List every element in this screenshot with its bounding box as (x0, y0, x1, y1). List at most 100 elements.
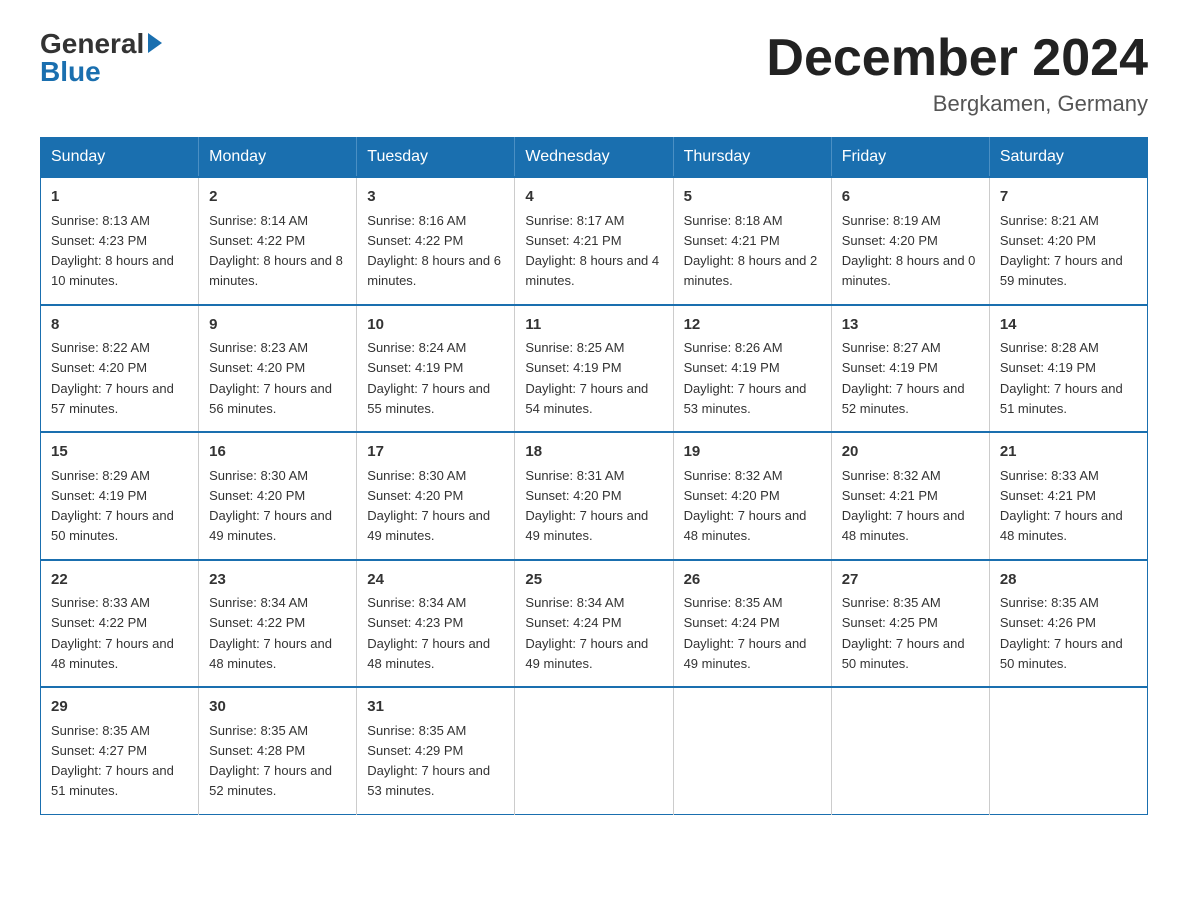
day-number: 29 (51, 696, 188, 719)
calendar-cell: 16 Sunrise: 8:30 AMSunset: 4:20 PMDayligh… (199, 432, 357, 560)
calendar-cell: 28 Sunrise: 8:35 AMSunset: 4:26 PMDayligh… (989, 560, 1147, 688)
day-number: 16 (209, 441, 346, 464)
calendar-cell: 11 Sunrise: 8:25 AMSunset: 4:19 PMDayligh… (515, 305, 673, 433)
location-title: Bergkamen, Germany (766, 91, 1148, 117)
day-number: 20 (842, 441, 979, 464)
calendar-cell: 24 Sunrise: 8:34 AMSunset: 4:23 PMDayligh… (357, 560, 515, 688)
day-info: Sunrise: 8:34 AMSunset: 4:22 PMDaylight:… (209, 595, 332, 671)
calendar-week-row: 15 Sunrise: 8:29 AMSunset: 4:19 PMDayligh… (41, 432, 1148, 560)
day-info: Sunrise: 8:26 AMSunset: 4:19 PMDaylight:… (684, 340, 807, 416)
day-info: Sunrise: 8:27 AMSunset: 4:19 PMDaylight:… (842, 340, 965, 416)
calendar-cell: 4Sunrise: 8:17 AMSunset: 4:21 PMDaylight… (515, 177, 673, 305)
calendar-cell: 2 Sunrise: 8:14 AMSunset: 4:22 PMDaylight… (199, 177, 357, 305)
calendar-cell: 17 Sunrise: 8:30 AMSunset: 4:20 PMDayligh… (357, 432, 515, 560)
day-info: Sunrise: 8:29 AMSunset: 4:19 PMDaylight:… (51, 468, 174, 544)
calendar-cell (515, 687, 673, 814)
calendar-cell (831, 687, 989, 814)
title-block: December 2024 Bergkamen, Germany (766, 30, 1148, 117)
day-number: 1 (51, 186, 188, 209)
day-number: 23 (209, 569, 346, 592)
header-sunday: Sunday (41, 138, 199, 178)
day-number: 26 (684, 569, 821, 592)
calendar-cell: 3Sunrise: 8:16 AMSunset: 4:22 PMDaylight… (357, 177, 515, 305)
page-header: General Blue December 2024 Bergkamen, Ge… (40, 30, 1148, 117)
header-monday: Monday (199, 138, 357, 178)
day-info: Sunrise: 8:33 AMSunset: 4:22 PMDaylight:… (51, 595, 174, 671)
day-info: Sunrise: 8:25 AMSunset: 4:19 PMDaylight:… (525, 340, 648, 416)
header-thursday: Thursday (673, 138, 831, 178)
calendar-cell: 22 Sunrise: 8:33 AMSunset: 4:22 PMDayligh… (41, 560, 199, 688)
calendar-cell: 26 Sunrise: 8:35 AMSunset: 4:24 PMDayligh… (673, 560, 831, 688)
header-wednesday: Wednesday (515, 138, 673, 178)
calendar-cell: 31Sunrise: 8:35 AMSunset: 4:29 PMDayligh… (357, 687, 515, 814)
day-number: 2 (209, 186, 346, 209)
day-info: Sunrise: 8:30 AMSunset: 4:20 PMDaylight:… (367, 468, 490, 544)
calendar-cell: 12 Sunrise: 8:26 AMSunset: 4:19 PMDayligh… (673, 305, 831, 433)
day-number: 14 (1000, 314, 1137, 337)
day-number: 27 (842, 569, 979, 592)
calendar-cell: 23 Sunrise: 8:34 AMSunset: 4:22 PMDayligh… (199, 560, 357, 688)
calendar-cell: 8 Sunrise: 8:22 AMSunset: 4:20 PMDaylight… (41, 305, 199, 433)
calendar-cell: 10Sunrise: 8:24 AMSunset: 4:19 PMDayligh… (357, 305, 515, 433)
day-info: Sunrise: 8:32 AMSunset: 4:21 PMDaylight:… (842, 468, 965, 544)
day-number: 31 (367, 696, 504, 719)
calendar-cell: 1 Sunrise: 8:13 AMSunset: 4:23 PMDaylight… (41, 177, 199, 305)
calendar-cell: 29 Sunrise: 8:35 AMSunset: 4:27 PMDayligh… (41, 687, 199, 814)
day-number: 24 (367, 569, 504, 592)
calendar-header-row: SundayMondayTuesdayWednesdayThursdayFrid… (41, 138, 1148, 178)
calendar-cell: 9 Sunrise: 8:23 AMSunset: 4:20 PMDaylight… (199, 305, 357, 433)
day-number: 11 (525, 314, 662, 337)
day-info: Sunrise: 8:34 AMSunset: 4:23 PMDaylight:… (367, 595, 490, 671)
day-number: 8 (51, 314, 188, 337)
calendar-cell: 30Sunrise: 8:35 AMSunset: 4:28 PMDayligh… (199, 687, 357, 814)
day-number: 30 (209, 696, 346, 719)
calendar-cell: 13 Sunrise: 8:27 AMSunset: 4:19 PMDayligh… (831, 305, 989, 433)
logo-blue-text: Blue (40, 58, 101, 86)
calendar-cell: 25 Sunrise: 8:34 AMSunset: 4:24 PMDayligh… (515, 560, 673, 688)
day-number: 18 (525, 441, 662, 464)
day-number: 22 (51, 569, 188, 592)
day-info: Sunrise: 8:28 AMSunset: 4:19 PMDaylight:… (1000, 340, 1123, 416)
day-info: Sunrise: 8:22 AMSunset: 4:20 PMDaylight:… (51, 340, 174, 416)
day-info: Sunrise: 8:35 AMSunset: 4:27 PMDaylight:… (51, 723, 174, 799)
day-info: Sunrise: 8:14 AMSunset: 4:22 PMDaylight:… (209, 213, 343, 289)
day-number: 9 (209, 314, 346, 337)
day-number: 5 (684, 186, 821, 209)
day-number: 25 (525, 569, 662, 592)
day-number: 21 (1000, 441, 1137, 464)
day-number: 6 (842, 186, 979, 209)
day-info: Sunrise: 8:17 AMSunset: 4:21 PMDaylight:… (525, 213, 659, 289)
calendar-week-row: 22 Sunrise: 8:33 AMSunset: 4:22 PMDayligh… (41, 560, 1148, 688)
day-number: 17 (367, 441, 504, 464)
calendar-cell: 5 Sunrise: 8:18 AMSunset: 4:21 PMDaylight… (673, 177, 831, 305)
day-number: 7 (1000, 186, 1137, 209)
day-number: 15 (51, 441, 188, 464)
calendar-cell: 27Sunrise: 8:35 AMSunset: 4:25 PMDayligh… (831, 560, 989, 688)
day-info: Sunrise: 8:30 AMSunset: 4:20 PMDaylight:… (209, 468, 332, 544)
day-info: Sunrise: 8:23 AMSunset: 4:20 PMDaylight:… (209, 340, 332, 416)
calendar-cell: 18 Sunrise: 8:31 AMSunset: 4:20 PMDayligh… (515, 432, 673, 560)
day-info: Sunrise: 8:33 AMSunset: 4:21 PMDaylight:… (1000, 468, 1123, 544)
day-number: 13 (842, 314, 979, 337)
day-info: Sunrise: 8:35 AMSunset: 4:26 PMDaylight:… (1000, 595, 1123, 671)
logo-general-text: General (40, 30, 144, 58)
header-saturday: Saturday (989, 138, 1147, 178)
day-info: Sunrise: 8:18 AMSunset: 4:21 PMDaylight:… (684, 213, 818, 289)
calendar-cell: 7Sunrise: 8:21 AMSunset: 4:20 PMDaylight… (989, 177, 1147, 305)
day-number: 28 (1000, 569, 1137, 592)
day-info: Sunrise: 8:31 AMSunset: 4:20 PMDaylight:… (525, 468, 648, 544)
calendar-cell: 19Sunrise: 8:32 AMSunset: 4:20 PMDayligh… (673, 432, 831, 560)
day-info: Sunrise: 8:34 AMSunset: 4:24 PMDaylight:… (525, 595, 648, 671)
day-info: Sunrise: 8:13 AMSunset: 4:23 PMDaylight:… (51, 213, 174, 289)
day-number: 10 (367, 314, 504, 337)
calendar-cell: 15 Sunrise: 8:29 AMSunset: 4:19 PMDayligh… (41, 432, 199, 560)
day-number: 12 (684, 314, 821, 337)
calendar-cell: 14 Sunrise: 8:28 AMSunset: 4:19 PMDayligh… (989, 305, 1147, 433)
day-info: Sunrise: 8:32 AMSunset: 4:20 PMDaylight:… (684, 468, 807, 544)
calendar-cell: 6 Sunrise: 8:19 AMSunset: 4:20 PMDaylight… (831, 177, 989, 305)
calendar-cell: 21 Sunrise: 8:33 AMSunset: 4:21 PMDayligh… (989, 432, 1147, 560)
day-info: Sunrise: 8:19 AMSunset: 4:20 PMDaylight:… (842, 213, 976, 289)
day-info: Sunrise: 8:35 AMSunset: 4:24 PMDaylight:… (684, 595, 807, 671)
calendar-week-row: 29 Sunrise: 8:35 AMSunset: 4:27 PMDayligh… (41, 687, 1148, 814)
calendar-cell: 20 Sunrise: 8:32 AMSunset: 4:21 PMDayligh… (831, 432, 989, 560)
